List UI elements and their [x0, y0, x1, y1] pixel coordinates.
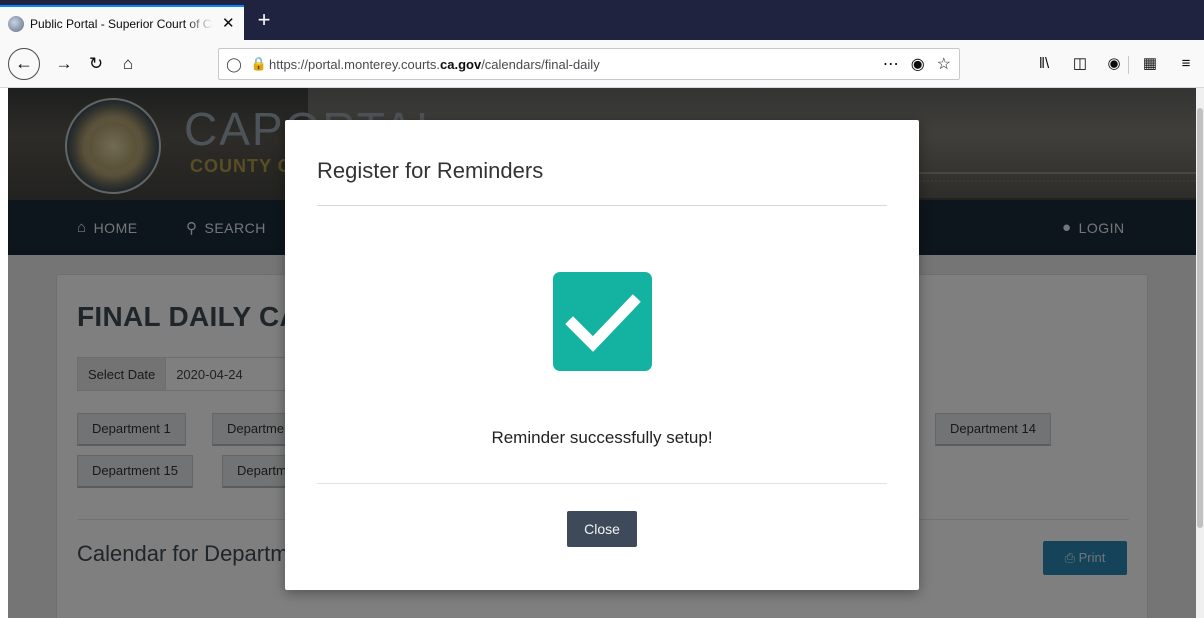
- forward-button[interactable]: →: [50, 50, 78, 78]
- success-check-icon: [553, 272, 652, 371]
- browser-toolbar: ← → ↻ ⌂ ◯ 🔒 https://portal.monterey.cour…: [0, 40, 1204, 88]
- modal-message: Reminder successfully setup!: [491, 428, 713, 447]
- home-button[interactable]: ⌂: [114, 50, 142, 78]
- back-button[interactable]: ←: [8, 48, 40, 80]
- bookmark-star-icon[interactable]: ☆: [937, 54, 951, 74]
- globe-icon: [8, 15, 24, 32]
- page-scrollbar[interactable]: [1196, 88, 1204, 618]
- page-actions-icon[interactable]: ⋯: [883, 54, 899, 74]
- new-tab-button[interactable]: +: [252, 6, 276, 34]
- pocket-icon[interactable]: ◉: [911, 54, 925, 74]
- account-icon[interactable]: ◉: [1100, 50, 1128, 78]
- lock-icon[interactable]: 🔒: [249, 56, 269, 72]
- reminder-modal: Register for Reminders Reminder successf…: [285, 120, 919, 590]
- library-icon[interactable]: ‖\: [1030, 50, 1058, 78]
- menu-icon[interactable]: ≡: [1172, 50, 1200, 78]
- close-button[interactable]: Close: [567, 511, 637, 547]
- address-bar[interactable]: ◯ 🔒 https://portal.monterey.courts.ca.go…: [218, 48, 960, 80]
- reload-button[interactable]: ↻: [82, 50, 110, 78]
- extension-icon[interactable]: ▦: [1136, 50, 1164, 78]
- browser-tab[interactable]: Public Portal - Superior Court of Califo…: [0, 5, 244, 40]
- modal-divider: [317, 483, 887, 484]
- tab-title: Public Portal - Superior Court of Califo…: [30, 16, 213, 31]
- browser-tab-bar: Public Portal - Superior Court of Califo…: [0, 0, 1204, 40]
- modal-title: Register for Reminders: [317, 158, 544, 183]
- sidebar-icon[interactable]: ◫: [1066, 50, 1094, 78]
- close-icon[interactable]: ✕: [221, 15, 236, 32]
- modal-divider: [317, 205, 887, 206]
- url-text: https://portal.monterey.courts.ca.gov/ca…: [269, 56, 600, 72]
- tracking-shield-icon[interactable]: ◯: [219, 56, 249, 73]
